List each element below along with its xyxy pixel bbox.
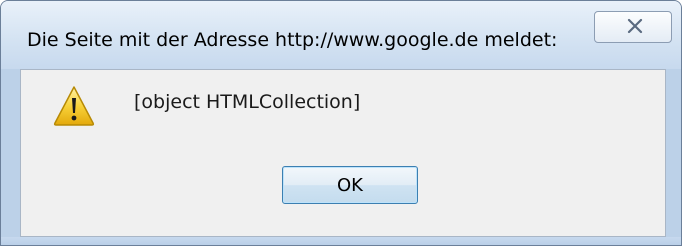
close-icon [627, 18, 643, 34]
warning-icon [53, 86, 95, 126]
dialog-content: [object HTMLCollection] OK [20, 69, 666, 237]
dialog-title: Die Seite mit der Adresse http://www.goo… [27, 29, 558, 51]
alert-dialog: Die Seite mit der Adresse http://www.goo… [0, 0, 682, 246]
close-button[interactable] [594, 11, 672, 43]
dialog-bottom-border [1, 237, 681, 245]
dialog-message: [object HTMLCollection] [134, 91, 361, 113]
ok-button[interactable]: OK [282, 166, 418, 204]
title-bar[interactable]: Die Seite mit der Adresse http://www.goo… [1, 1, 681, 69]
